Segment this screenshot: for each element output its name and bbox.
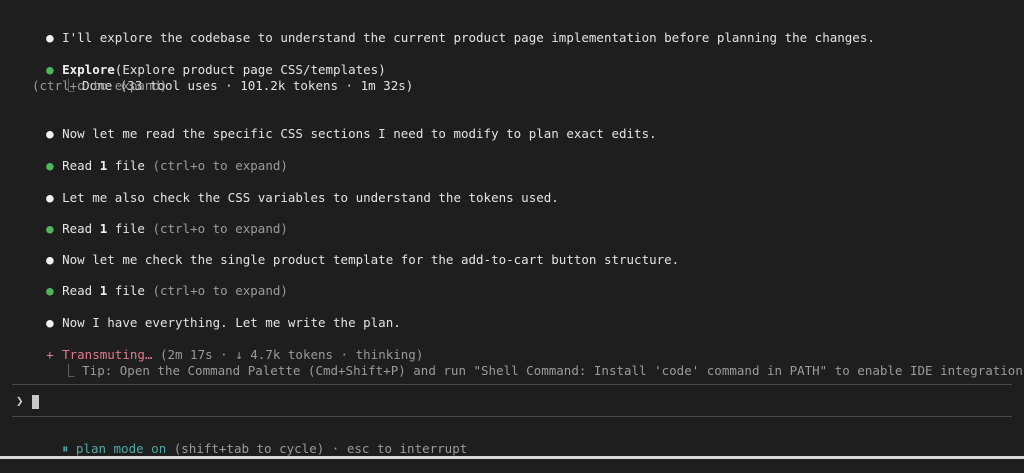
tool-name: Read xyxy=(62,283,93,298)
file-count: 1 xyxy=(99,158,108,173)
message-text: Let me also check the CSS variables to u… xyxy=(62,190,559,205)
assistant-message: ● Let me also check the CSS variables to … xyxy=(16,174,559,205)
tool-name: Read xyxy=(62,158,93,173)
pause-bars-icon: ⏸ xyxy=(62,441,69,456)
message-text: Now let me check the single product temp… xyxy=(62,252,680,267)
file-count: 1 xyxy=(99,283,108,298)
file-count: 1 xyxy=(99,221,108,236)
white-dot-icon: ● xyxy=(46,126,54,141)
file-unit: file xyxy=(114,283,145,298)
tip-line: ⎿ Tip: Open the Command Palette (Cmd+Shi… xyxy=(16,347,1023,378)
white-dot-icon: ● xyxy=(46,190,54,205)
corner-branch-icon: ⎿ xyxy=(62,363,75,378)
text-cursor xyxy=(31,394,39,409)
message-text: Now let me read the specific CSS section… xyxy=(62,126,657,141)
white-dot-icon: ● xyxy=(46,252,54,267)
mode-footer: ⏸ plan mode on (shift+tab to cycle) · es… xyxy=(32,425,467,473)
expand-hint[interactable]: (ctrl+o to expand) xyxy=(16,78,167,94)
plan-mode-status[interactable]: plan mode on xyxy=(76,441,166,456)
green-dot-icon: ● xyxy=(46,283,54,298)
tool-call-explore[interactable]: ● Explore(Explore product page CSS/templa… xyxy=(16,46,386,77)
tool-call-read[interactable]: ● Read 1 file (ctrl+o to expand) xyxy=(16,267,288,298)
assistant-message: ● I'll explore the codebase to understand… xyxy=(16,14,875,45)
mode-hint: (shift+tab to cycle) · esc to interrupt xyxy=(173,441,468,456)
terminal-window: ● I'll explore the codebase to understand… xyxy=(0,0,1024,459)
expand-hint: (ctrl+o to expand) xyxy=(152,221,288,236)
assistant-message: ● Now let me read the specific CSS sectio… xyxy=(16,110,657,141)
expand-hint: (ctrl+o to expand) xyxy=(152,158,288,173)
status-line: + Transmuting… (2m 17s · ↓ 4.7k tokens · … xyxy=(16,331,423,362)
white-dot-icon: ● xyxy=(46,315,54,330)
prompt-input[interactable]: ❯ xyxy=(16,393,39,409)
message-text: Now I have everything. Let me write the … xyxy=(62,315,401,330)
tool-call-read[interactable]: ● Read 1 file (ctrl+o to expand) xyxy=(16,142,288,173)
tip-text: Tip: Open the Command Palette (Cmd+Shift… xyxy=(82,363,1023,378)
green-dot-icon: ● xyxy=(46,158,54,173)
input-top-divider xyxy=(12,384,1012,385)
tool-name: Read xyxy=(62,221,93,236)
chevron-right-icon: ❯ xyxy=(16,393,24,408)
assistant-message: ● Now I have everything. Let me write the… xyxy=(16,299,401,330)
assistant-message: ● Now let me check the single product tem… xyxy=(16,236,679,267)
green-dot-icon: ● xyxy=(46,221,54,236)
tool-result: ⎿ Done (33 tool uses · 101.2k tokens · 1… xyxy=(16,62,413,93)
expand-hint: (ctrl+o to expand) xyxy=(152,283,288,298)
input-bottom-divider xyxy=(12,416,1012,417)
file-unit: file xyxy=(114,221,145,236)
white-dot-icon: ● xyxy=(46,30,54,45)
file-unit: file xyxy=(114,158,145,173)
tool-call-read[interactable]: ● Read 1 file (ctrl+o to expand) xyxy=(16,205,288,236)
message-text: I'll explore the codebase to understand … xyxy=(62,30,875,45)
